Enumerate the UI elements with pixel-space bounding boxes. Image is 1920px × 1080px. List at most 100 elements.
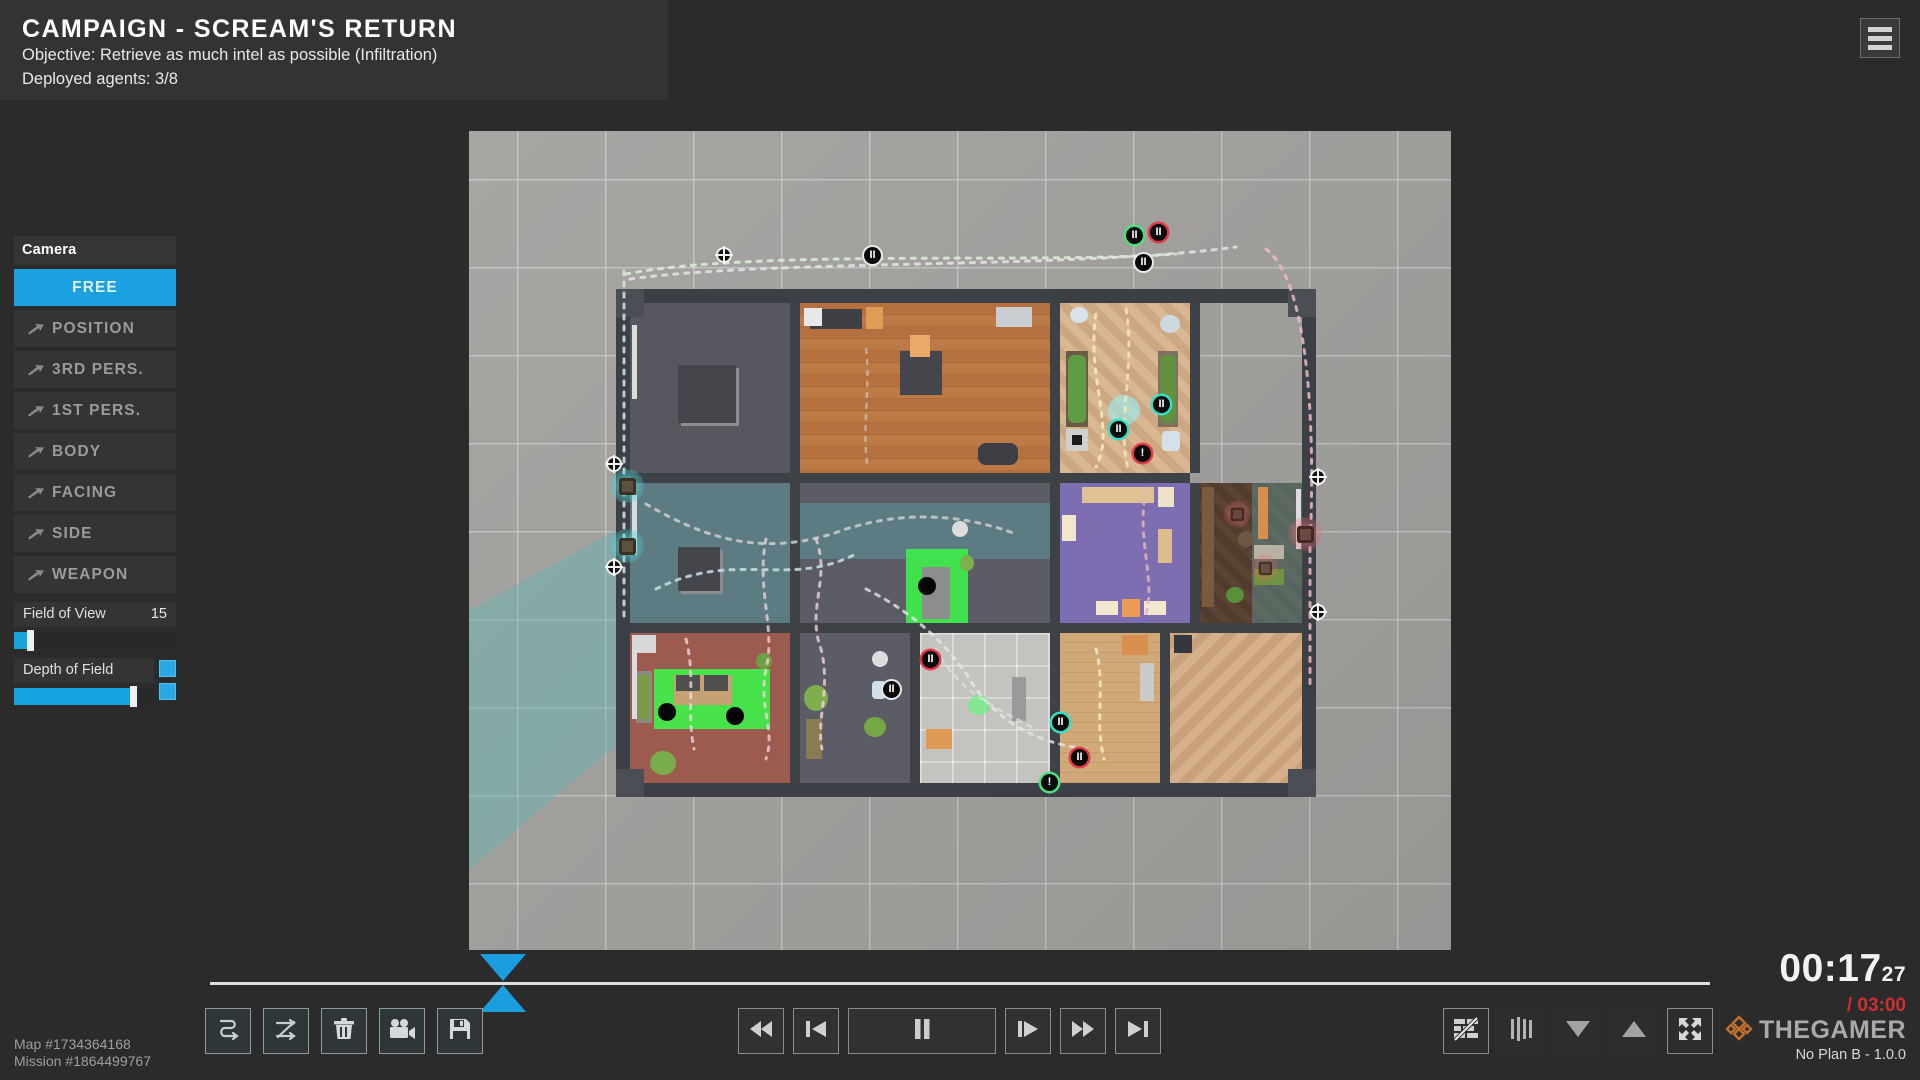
enemy-marker[interactable]: II [1071, 749, 1088, 766]
skip-to-end-button[interactable] [1115, 1008, 1161, 1054]
enemy-marker[interactable]: II [1126, 227, 1143, 244]
camera-mode-3rd-person[interactable]: 3RD PERS. [14, 351, 176, 388]
wall-interior-v [1190, 483, 1200, 623]
delete-tool-button[interactable] [321, 1008, 367, 1054]
pin-icon [26, 323, 52, 335]
enemy-marker[interactable]: II [922, 651, 939, 668]
camera-mode-body[interactable]: BODY [14, 433, 176, 470]
slider-knob[interactable] [130, 686, 138, 707]
enemy-marker[interactable]: II [1135, 254, 1152, 271]
room-patio-red[interactable] [630, 633, 790, 783]
save-tool-button[interactable] [437, 1008, 483, 1054]
furniture-shelf [1062, 515, 1076, 541]
timeline-track[interactable] [210, 954, 1710, 1012]
elapsed-minutes-seconds: 00:17 [1779, 947, 1882, 990]
camera-mode-weapon[interactable]: WEAPON [14, 556, 176, 593]
camera-mode-side[interactable]: SIDE [14, 515, 176, 552]
room-office-w[interactable] [630, 483, 790, 623]
enemy-marker[interactable]: II [883, 681, 900, 698]
furniture-box [1174, 635, 1192, 653]
enemy-marker[interactable]: ! [1041, 774, 1058, 791]
wall-hidden-icon [1452, 1016, 1480, 1047]
camera-mode-facing[interactable]: FACING [14, 474, 176, 511]
hamburger-menu-icon[interactable] [1860, 18, 1900, 58]
potted-plant [864, 717, 886, 737]
furniture-board [1258, 487, 1268, 539]
page-title: CAMPAIGN - SCREAM'S RETURN [22, 15, 457, 43]
thegamer-logo-icon [1725, 1014, 1753, 1047]
step-back-icon [804, 1019, 828, 1044]
pin-icon [26, 405, 52, 417]
enemy-marker[interactable]: II [1052, 714, 1069, 731]
pause-button[interactable] [848, 1008, 996, 1054]
enemy-marker[interactable]: ! [1134, 445, 1151, 462]
wall-interior-v [1190, 303, 1200, 473]
camera-mode-label: FREE [72, 278, 118, 296]
camera-mode-label: 1ST PERS. [52, 401, 142, 419]
wall-interior-v [1050, 633, 1060, 783]
furniture-fixture [1160, 315, 1180, 333]
waypoint-marker[interactable] [1309, 603, 1327, 621]
depth-of-field-auto-toggle[interactable] [159, 683, 176, 700]
waypoint-marker[interactable] [715, 246, 733, 264]
objective-marker [918, 577, 936, 595]
mission-clock: 00:1727 / 03:00 THEGAMER No Plan B - 1.0… [1676, 948, 1906, 1064]
fast-forward-button[interactable] [1060, 1008, 1106, 1054]
furniture-seat [704, 675, 728, 691]
floor-down-button[interactable] [1555, 1008, 1601, 1054]
enemy-unit[interactable] [1251, 554, 1279, 582]
wall-interior-v [1160, 633, 1170, 783]
furniture-lamp [804, 308, 822, 326]
camera-mode-position[interactable]: POSITION [14, 310, 176, 347]
waypoint-marker[interactable] [1309, 468, 1327, 486]
skip-to-end-icon [1126, 1019, 1150, 1044]
depth-of-field-slider[interactable] [14, 686, 154, 707]
enemy-unit[interactable] [1288, 517, 1322, 551]
field-of-view-value: 15 [150, 606, 167, 622]
gas-cloud [1108, 395, 1140, 425]
camera-mode-free[interactable]: FREE [14, 269, 176, 306]
record-tool-button[interactable] [379, 1008, 425, 1054]
room-dark-east[interactable] [1200, 483, 1304, 623]
map-mission-ids: Map #1734364168 Mission #1864499767 [14, 1036, 151, 1070]
room-living[interactable] [800, 303, 1050, 473]
camera-mode-1st-person[interactable]: 1ST PERS. [14, 392, 176, 429]
furniture-fixture [952, 521, 968, 537]
slider-knob[interactable] [26, 630, 34, 651]
path-curve-icon [214, 1015, 242, 1048]
depth-of-field-toggle[interactable] [159, 660, 176, 677]
planter-foliage [1068, 355, 1086, 423]
wall-corner [616, 769, 644, 797]
field-of-view-slider[interactable] [14, 630, 176, 651]
map-viewport[interactable]: II II II II II II ! II II II II ! [469, 131, 1451, 950]
step-forward-button[interactable] [1005, 1008, 1051, 1054]
agent-unit[interactable] [610, 469, 644, 503]
enemy-marker[interactable]: II [1110, 421, 1127, 438]
step-back-button[interactable] [793, 1008, 839, 1054]
enemy-marker[interactable]: II [864, 247, 881, 264]
timeline-playhead[interactable] [480, 954, 526, 1012]
toggle-layers-button[interactable] [1499, 1008, 1545, 1054]
room-hall-center[interactable] [800, 483, 1050, 623]
reorder-tool-button[interactable] [263, 1008, 309, 1054]
depth-of-field-label-row: Depth of Field [14, 658, 154, 683]
room-bedroom-purple[interactable] [1060, 483, 1190, 623]
field-of-view-control: Field of View 15 [14, 602, 176, 651]
depth-of-field-label: Depth of Field [23, 662, 114, 678]
room-bathroom-tile[interactable] [920, 633, 1050, 783]
floor-up-button[interactable] [1611, 1008, 1657, 1054]
enemy-marker[interactable]: II [1153, 396, 1170, 413]
restart-button[interactable] [738, 1008, 784, 1054]
room-garden-ne[interactable] [1060, 303, 1190, 473]
agent-unit[interactable] [610, 529, 644, 563]
room-chevron-se[interactable] [1170, 633, 1304, 783]
room-hall-south[interactable] [800, 633, 910, 783]
camera-mode-label: SIDE [52, 524, 93, 542]
room-garage[interactable] [630, 303, 790, 473]
playback-controls [738, 1008, 1161, 1054]
toggle-walls-button[interactable] [1443, 1008, 1489, 1054]
path-tool-button[interactable] [205, 1008, 251, 1054]
enemy-marker[interactable]: II [1150, 224, 1167, 241]
furniture-chair [1122, 599, 1140, 617]
enemy-unit[interactable] [1223, 500, 1251, 528]
